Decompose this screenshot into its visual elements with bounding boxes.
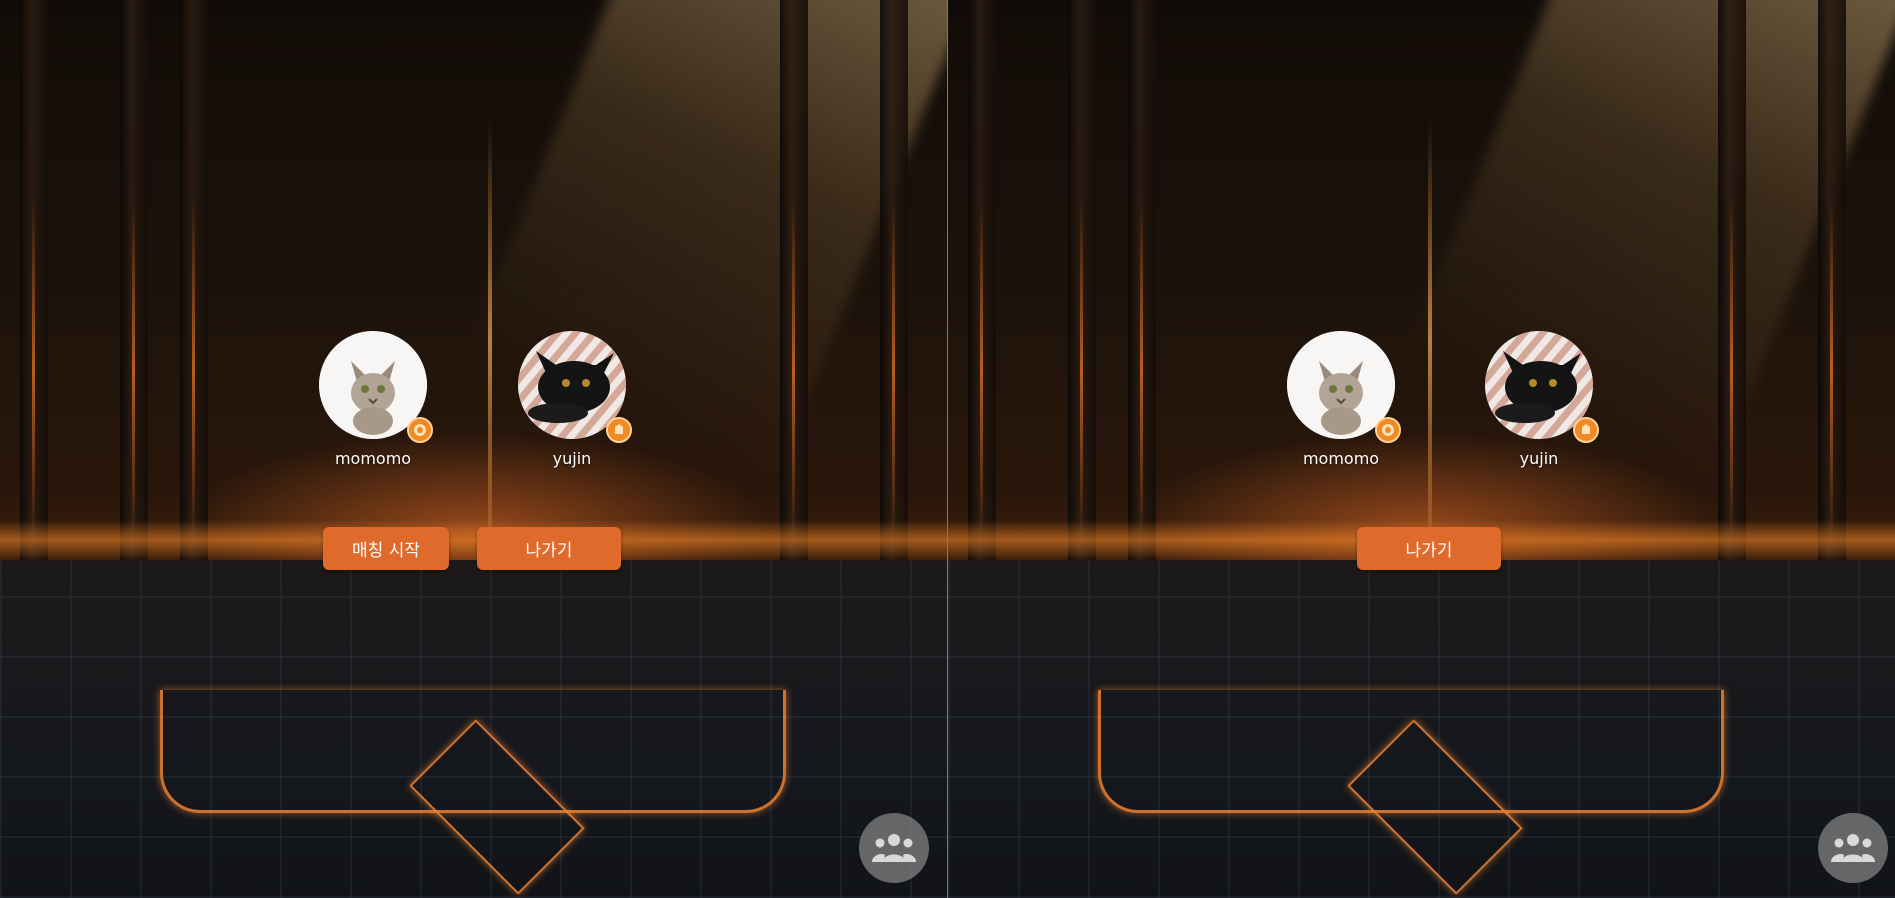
player-name: momomo: [1302, 449, 1380, 468]
player-name: yujin: [552, 449, 592, 468]
start-matching-button[interactable]: 매칭 시작: [323, 527, 449, 570]
wall-pillar: [1818, 0, 1846, 560]
wall-pillar: [880, 0, 908, 560]
wall-pillar: [1128, 0, 1156, 560]
right-panel: momomo yujin 나가기: [948, 0, 1895, 898]
player-name: momomo: [334, 449, 412, 468]
wall-pillar: [1718, 0, 1746, 560]
player-card: yujin: [1479, 331, 1599, 468]
light-beam: [414, 0, 947, 480]
wall-pillar: [120, 0, 148, 560]
player-card: momomo: [1281, 331, 1401, 468]
group-button[interactable]: [1818, 813, 1888, 883]
exit-button[interactable]: 나가기: [1357, 527, 1501, 570]
level-badge-icon: [1573, 417, 1599, 443]
level-badge-icon: [1375, 417, 1401, 443]
group-people-icon: [872, 834, 916, 862]
circuit-floor: [948, 560, 1895, 898]
light-beam: [1354, 0, 1895, 480]
level-badge-icon: [407, 417, 433, 443]
wall-pillar: [780, 0, 808, 560]
level-badge-icon: [606, 417, 632, 443]
wall-pillar: [20, 0, 48, 560]
exit-button[interactable]: 나가기: [477, 527, 621, 570]
wall-pillar: [180, 0, 208, 560]
player-card: yujin: [512, 331, 632, 468]
avatar[interactable]: [1485, 331, 1599, 443]
player-card: momomo: [313, 331, 433, 468]
group-button[interactable]: [859, 813, 929, 883]
wall-pillar: [1068, 0, 1096, 560]
avatar[interactable]: [518, 331, 632, 443]
player-name: yujin: [1519, 449, 1559, 468]
horizon-glow: [0, 520, 947, 560]
center-light: [488, 120, 492, 560]
split-screen: momomo yujin 매칭 시작 나가기 momomo yujin 나가기: [0, 0, 1895, 898]
center-light: [1428, 120, 1432, 560]
avatar[interactable]: [319, 331, 433, 443]
wall-pillar: [968, 0, 996, 560]
avatar[interactable]: [1287, 331, 1401, 443]
group-people-icon: [1831, 834, 1875, 862]
circuit-floor: [0, 560, 947, 898]
left-panel: momomo yujin 매칭 시작 나가기: [0, 0, 947, 898]
